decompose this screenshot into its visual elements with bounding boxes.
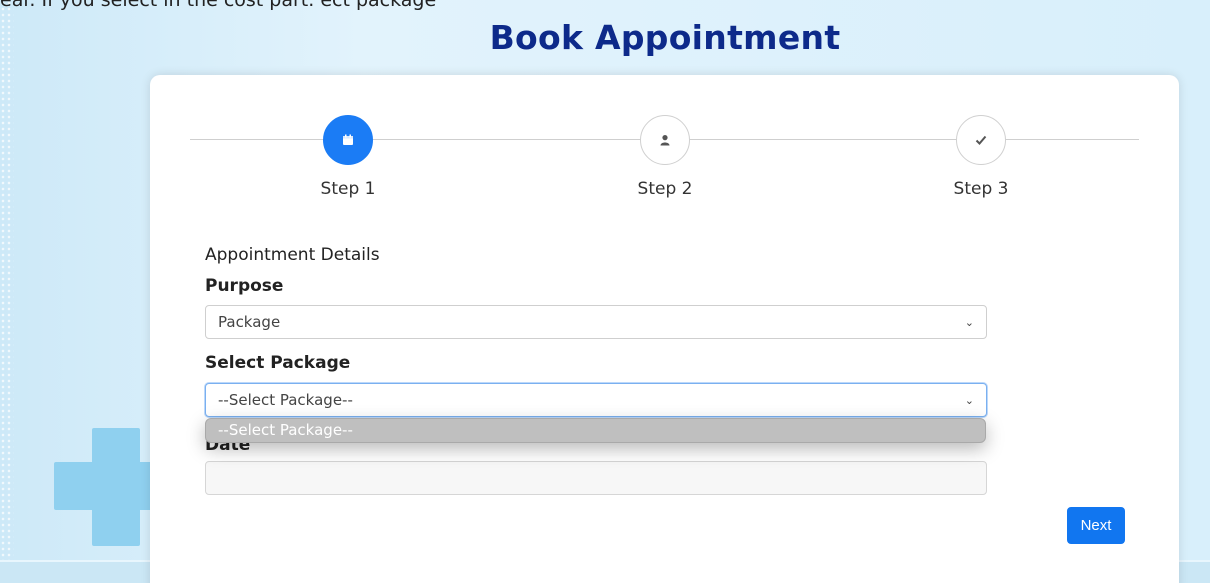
step-3-label: Step 3: [953, 179, 1009, 199]
user-icon: [660, 135, 670, 146]
next-button[interactable]: Next: [1067, 507, 1125, 544]
step-1-label: Step 1: [320, 179, 376, 199]
purpose-label: Purpose: [205, 276, 284, 296]
step-1[interactable]: Step 1: [283, 115, 413, 199]
chevron-down-icon: ⌄: [964, 393, 974, 407]
check-icon: [975, 135, 987, 145]
date-field[interactable]: [205, 461, 987, 495]
step-1-circle[interactable]: [323, 115, 373, 165]
calendar-icon: [343, 134, 353, 145]
package-label: Select Package: [205, 353, 351, 373]
page-title: Book Appointment: [489, 18, 841, 57]
package-select-value: --Select Package--: [218, 391, 353, 409]
background-dots: [0, 0, 14, 583]
top-cut-text: ear. If you select in the cost part. ect…: [0, 0, 437, 11]
purpose-select[interactable]: Package ⌄: [205, 305, 987, 339]
package-select[interactable]: --Select Package-- ⌄: [205, 383, 987, 417]
purpose-select-value: Package: [218, 313, 281, 331]
dropdown-option[interactable]: --Select Package--: [218, 421, 973, 439]
step-2[interactable]: Step 2: [600, 115, 730, 199]
package-dropdown[interactable]: --Select Package--: [205, 418, 986, 443]
step-3-circle[interactable]: [956, 115, 1006, 165]
step-2-label: Step 2: [637, 179, 693, 199]
step-2-circle[interactable]: [640, 115, 690, 165]
step-3[interactable]: Step 3: [916, 115, 1046, 199]
appointment-card: Step 1 Step 2 Step 3 Appointment Details…: [150, 75, 1179, 583]
section-title: Appointment Details: [205, 245, 380, 265]
chevron-down-icon: ⌄: [964, 315, 974, 329]
